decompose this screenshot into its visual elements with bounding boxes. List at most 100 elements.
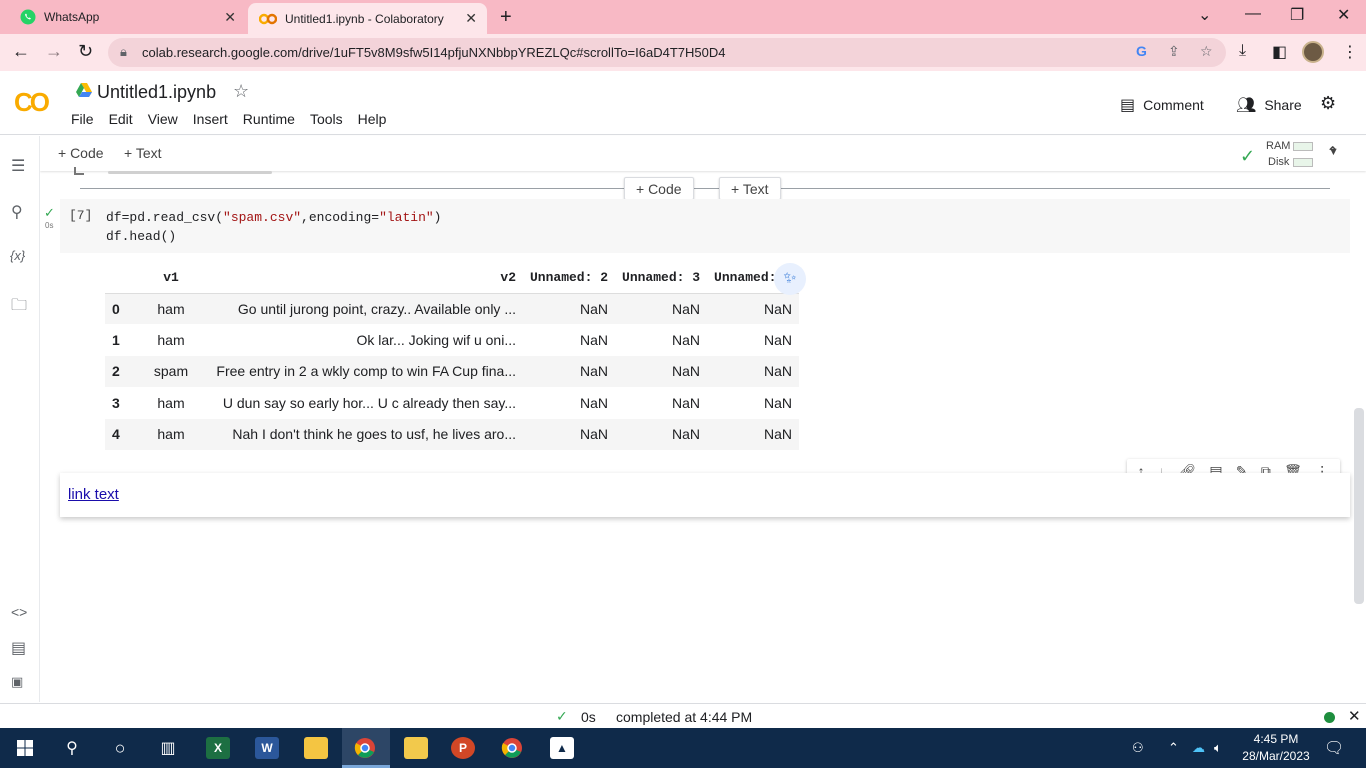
minimize-icon[interactable]: — [1245, 5, 1261, 23]
restore-icon[interactable]: ❐ [1290, 5, 1304, 25]
table-of-contents-icon[interactable]: ☰ [11, 156, 25, 176]
settings-gear-icon[interactable]: ⚙ [1320, 93, 1336, 114]
table-cell: U dun say so early hor... U c already th… [222, 394, 516, 411]
lock-icon[interactable]: 🔒︎ [120, 44, 127, 60]
search-icon[interactable]: ⚲ [60, 736, 84, 760]
chrome-icon[interactable] [501, 736, 523, 760]
menu-edit[interactable]: Edit [109, 111, 133, 127]
address-bar[interactable]: 🔒︎ colab.research.google.com/drive/1uFT5… [108, 38, 1226, 67]
tab-title: WhatsApp [44, 10, 100, 24]
people-icon[interactable]: ⚇ [1132, 740, 1144, 756]
menu-view[interactable]: View [148, 111, 178, 127]
comment-label: Comment [1143, 97, 1204, 113]
close-icon[interactable]: ✕ [224, 9, 236, 26]
code-editor[interactable]: df=pd.read_csv("spam.csv",encoding="lati… [106, 208, 441, 246]
menu-tools[interactable]: Tools [310, 111, 343, 127]
table-cell: NaN [615, 355, 708, 388]
tab-search-icon[interactable]: ⌄ [1198, 5, 1211, 25]
chrome-icon[interactable] [354, 736, 376, 760]
column-header: Unnamed: 3 [615, 262, 708, 294]
windows-start-icon[interactable] [14, 736, 36, 760]
code-snippets-icon[interactable]: <> [11, 604, 27, 620]
status-message[interactable]: completed at 4:44 PM [616, 709, 752, 725]
table-cell: NaN [580, 394, 609, 411]
close-icon[interactable]: ✕ [1348, 707, 1361, 725]
colab-logo[interactable]: CO [14, 87, 50, 118]
notebook-title[interactable]: Untitled1.ipynb [97, 82, 216, 103]
table-cell: ham [133, 418, 209, 450]
menu-file[interactable]: File [71, 111, 94, 127]
column-header: v1 [133, 262, 209, 294]
tab-title: Untitled1.ipynb - Colaboratory [285, 11, 444, 26]
terminal-icon[interactable]: ▣ [11, 674, 23, 690]
volume-icon[interactable]: 🔈︎ [1214, 740, 1222, 756]
table-cell: NaN [764, 332, 793, 349]
ram-bar [1293, 142, 1313, 151]
status-check-icon: ✓ [556, 708, 568, 724]
connected-check-icon: ✓ [1240, 146, 1256, 166]
back-icon[interactable]: ← [12, 41, 30, 62]
window-close-icon[interactable]: ✕ [1337, 5, 1350, 25]
files-folder-icon[interactable]: 🗀︎ [11, 294, 27, 321]
menu-help[interactable]: Help [358, 111, 387, 127]
google-translate-icon[interactable]: G [1136, 43, 1147, 59]
reload-icon[interactable]: ↻ [78, 41, 93, 62]
powerpoint-icon[interactable]: P [451, 736, 475, 760]
tab-whatsapp[interactable]: WhatsApp ✕ [0, 0, 246, 34]
tab-colab[interactable]: Untitled1.ipynb - Colaboratory ✕ [248, 3, 487, 34]
side-panel-icon[interactable]: ◧ [1272, 42, 1287, 62]
comment-button[interactable]: ▤ Comment [1120, 95, 1204, 115]
text-cell-link[interactable]: link text [68, 486, 119, 503]
command-palette-icon[interactable]: ▤ [11, 638, 26, 658]
share-page-icon[interactable]: ⇪ [1168, 43, 1180, 60]
notification-icon[interactable]: 🗨︎ [1324, 738, 1344, 758]
browser-tab-strip: WhatsApp ✕ Untitled1.ipynb - Colaborator… [0, 0, 1366, 34]
bookmark-star-icon[interactable]: ☆ [1200, 43, 1213, 60]
index-header [105, 262, 133, 294]
share-button[interactable]: 👥︎ Share [1236, 95, 1302, 115]
forward-icon[interactable]: → [45, 41, 63, 62]
google-drive-icon[interactable] [76, 83, 92, 97]
code-line: df.head() [106, 229, 177, 244]
table-cell: ham [157, 394, 185, 411]
download-icon[interactable]: ⤓ [1239, 42, 1246, 60]
disk-label: Disk [1268, 156, 1290, 168]
variables-icon[interactable]: {x} [10, 248, 25, 263]
magic-wand-icon[interactable]: ✨︎ [774, 263, 806, 295]
onedrive-cloud-icon[interactable]: ☁ [1192, 740, 1205, 756]
close-icon[interactable]: ✕ [465, 10, 477, 27]
table-cell: ham [157, 332, 185, 349]
browser-menu-icon[interactable]: ⋮ [1342, 42, 1358, 62]
photos-icon[interactable]: ▲ [550, 736, 574, 760]
notebook-scrollbar[interactable] [1354, 408, 1364, 604]
status-bar: ✓ 0s completed at 4:44 PM ✕ [0, 703, 1366, 728]
insert-text-button[interactable]: + Text [719, 177, 781, 200]
table-cell: NaN [764, 394, 793, 411]
text-cell[interactable]: link text [60, 473, 1350, 517]
chevron-up-icon[interactable]: ⌃ [1168, 740, 1179, 756]
profile-avatar[interactable] [1302, 41, 1324, 63]
insert-code-button[interactable]: + Code [624, 177, 694, 200]
table-cell: NaN [707, 418, 800, 450]
chevron-up-icon[interactable]: ⌃ [1326, 143, 1339, 163]
menu-insert[interactable]: Insert [193, 111, 228, 127]
task-view-icon[interactable]: ▥ [156, 736, 180, 760]
file-explorer-icon[interactable] [304, 736, 328, 760]
search-icon[interactable]: ⚲ [11, 202, 23, 222]
taskbar-clock[interactable]: 4:45 PM 28/Mar/2023 [1238, 731, 1314, 765]
add-code-button[interactable]: + Code [58, 145, 104, 161]
menu-runtime[interactable]: Runtime [243, 111, 295, 127]
table-cell: NaN [615, 418, 708, 450]
onedrive-docs-icon[interactable] [404, 736, 428, 760]
row-index: 1 [112, 332, 120, 349]
run-success-check-icon[interactable]: ✓ [44, 205, 55, 221]
word-icon[interactable]: W [255, 736, 279, 760]
new-tab-icon[interactable]: + [500, 6, 512, 29]
previous-cell-marker [74, 167, 84, 175]
cortana-icon[interactable]: ○ [108, 736, 132, 760]
excel-icon[interactable]: X [206, 736, 230, 760]
add-text-button[interactable]: + Text [124, 145, 162, 161]
table-cell: ham [133, 293, 209, 325]
row-index: 3 [112, 394, 120, 411]
star-icon[interactable]: ☆ [233, 81, 249, 102]
